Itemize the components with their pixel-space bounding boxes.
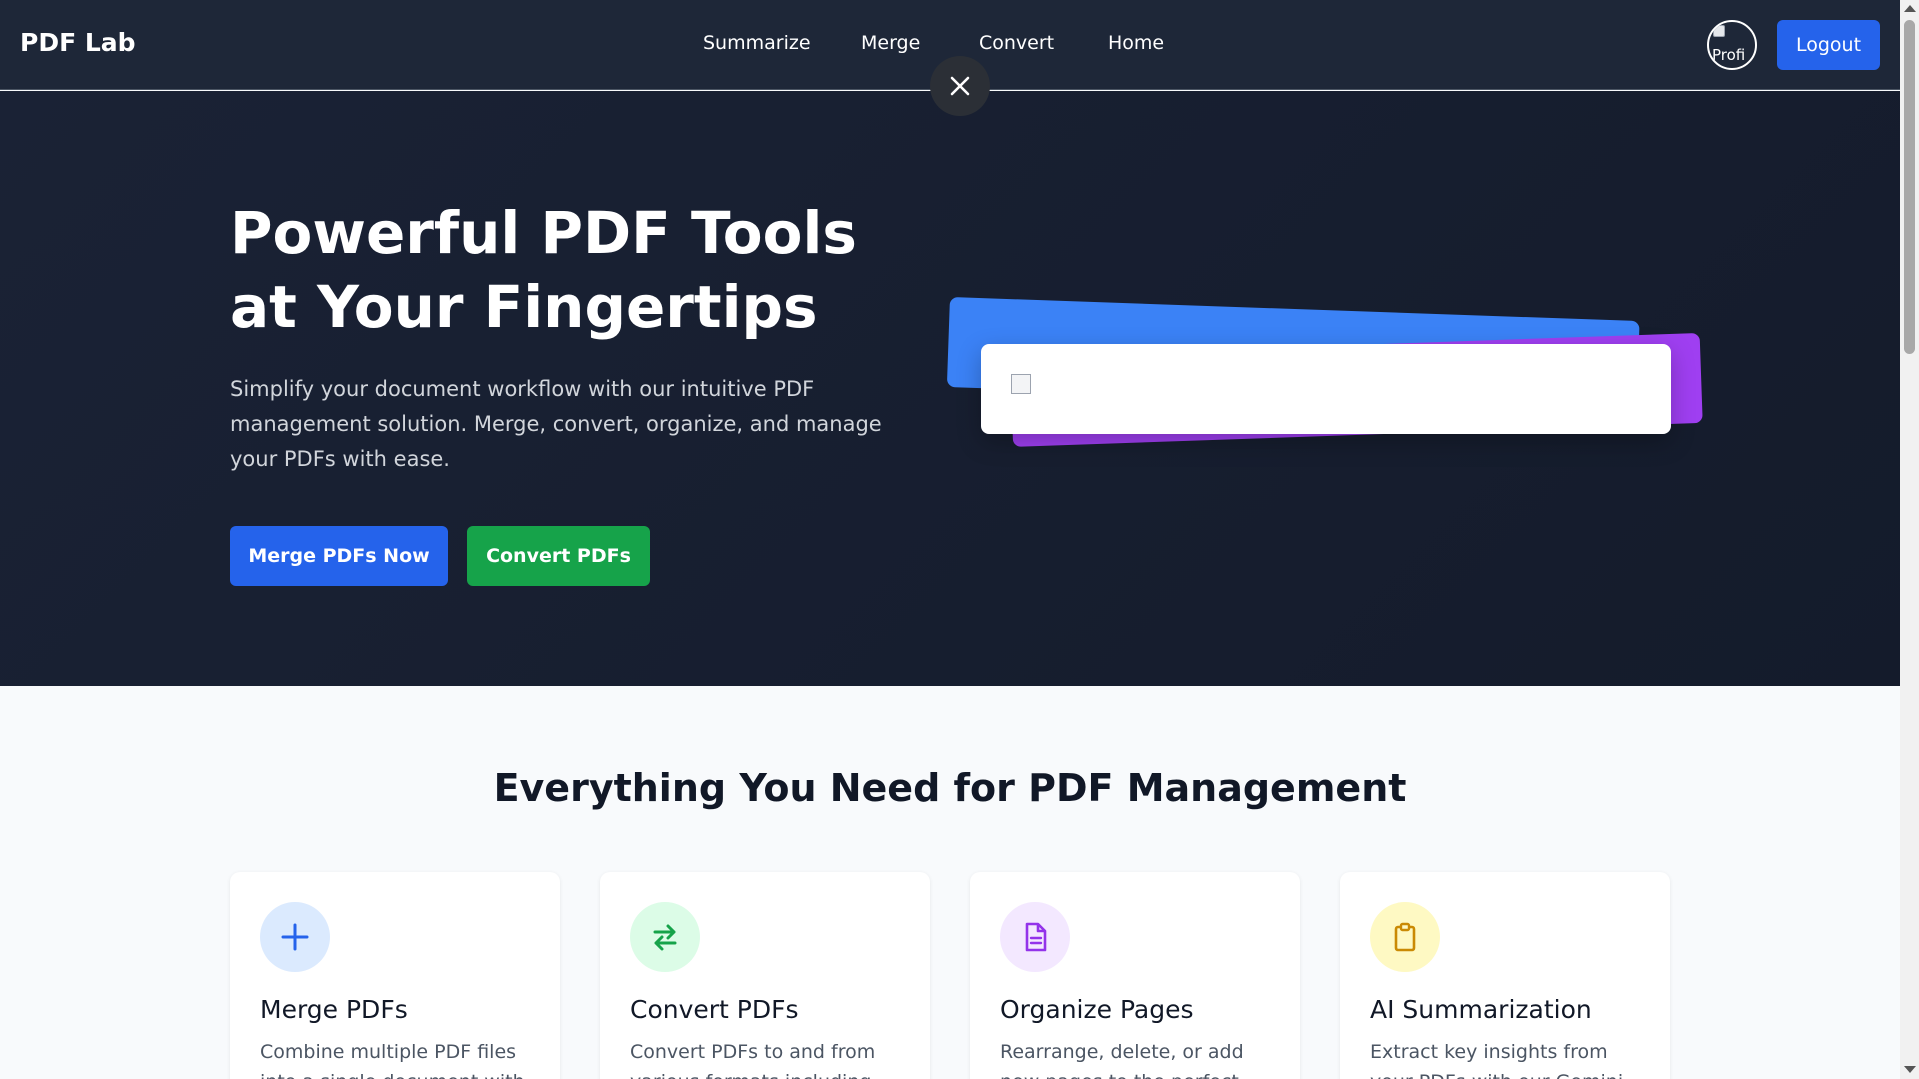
feature-title: Convert PDFs bbox=[630, 995, 799, 1024]
arrows-exchange-icon bbox=[630, 902, 700, 972]
close-overlay-button[interactable] bbox=[930, 56, 990, 116]
vertical-scrollbar[interactable] bbox=[1900, 0, 1919, 1079]
hero-section: Powerful PDF Tools at Your Fingertips Si… bbox=[0, 91, 1900, 686]
feature-description: Extract key insights from your PDFs with… bbox=[1370, 1041, 1623, 1079]
feature-title: Organize Pages bbox=[1000, 995, 1194, 1024]
close-icon bbox=[950, 76, 970, 96]
page: PDF Lab Summarize Merge Convert Home Pro… bbox=[0, 0, 1900, 1079]
hero-description: Simplify your document workflow with our… bbox=[230, 377, 882, 471]
merge-pdfs-button[interactable]: Merge PDFs Now bbox=[230, 526, 448, 586]
profile-avatar[interactable]: Profi bbox=[1707, 20, 1757, 70]
nav-link-convert[interactable]: Convert bbox=[979, 32, 1054, 54]
broken-image-icon bbox=[1011, 374, 1031, 394]
scroll-down-arrow-icon[interactable] bbox=[1904, 1066, 1916, 1073]
scroll-up-arrow-icon[interactable] bbox=[1904, 5, 1916, 12]
feature-title: Merge PDFs bbox=[260, 995, 408, 1024]
plus-icon bbox=[260, 902, 330, 972]
document-icon bbox=[1000, 902, 1070, 972]
features-section: Everything You Need for PDF Management M… bbox=[0, 686, 1900, 1079]
feature-card-convert[interactable]: Convert PDFs Convert PDFs to and from va… bbox=[600, 872, 930, 1079]
feature-title: AI Summarization bbox=[1370, 995, 1592, 1024]
nav-link-merge[interactable]: Merge bbox=[861, 32, 920, 54]
feature-card-ai-summarization[interactable]: AI Summarization Extract key insights fr… bbox=[1340, 872, 1670, 1079]
feature-description: Rearrange, delete, or add new pages to t… bbox=[1000, 1041, 1244, 1079]
clipboard-icon bbox=[1370, 902, 1440, 972]
feature-card-merge[interactable]: Merge PDFs Combine multiple PDF files in… bbox=[230, 872, 560, 1079]
feature-card-organize[interactable]: Organize Pages Rearrange, delete, or add… bbox=[970, 872, 1300, 1079]
broken-image-icon bbox=[1713, 25, 1725, 37]
feature-description: Convert PDFs to and from various formats… bbox=[630, 1041, 876, 1079]
hero-preview-card bbox=[981, 344, 1671, 434]
avatar-alt-text: Profi bbox=[1712, 46, 1746, 64]
scrollbar-thumb[interactable] bbox=[1904, 20, 1915, 354]
nav-link-home[interactable]: Home bbox=[1108, 32, 1164, 54]
convert-pdfs-button[interactable]: Convert PDFs bbox=[467, 526, 650, 586]
features-title: Everything You Need for PDF Management bbox=[493, 766, 1407, 810]
hero-title: Powerful PDF Tools at Your Fingertips bbox=[230, 199, 857, 341]
feature-description: Combine multiple PDF files into a single… bbox=[260, 1041, 525, 1079]
logout-button[interactable]: Logout bbox=[1777, 20, 1880, 70]
nav-link-summarize[interactable]: Summarize bbox=[703, 32, 811, 54]
